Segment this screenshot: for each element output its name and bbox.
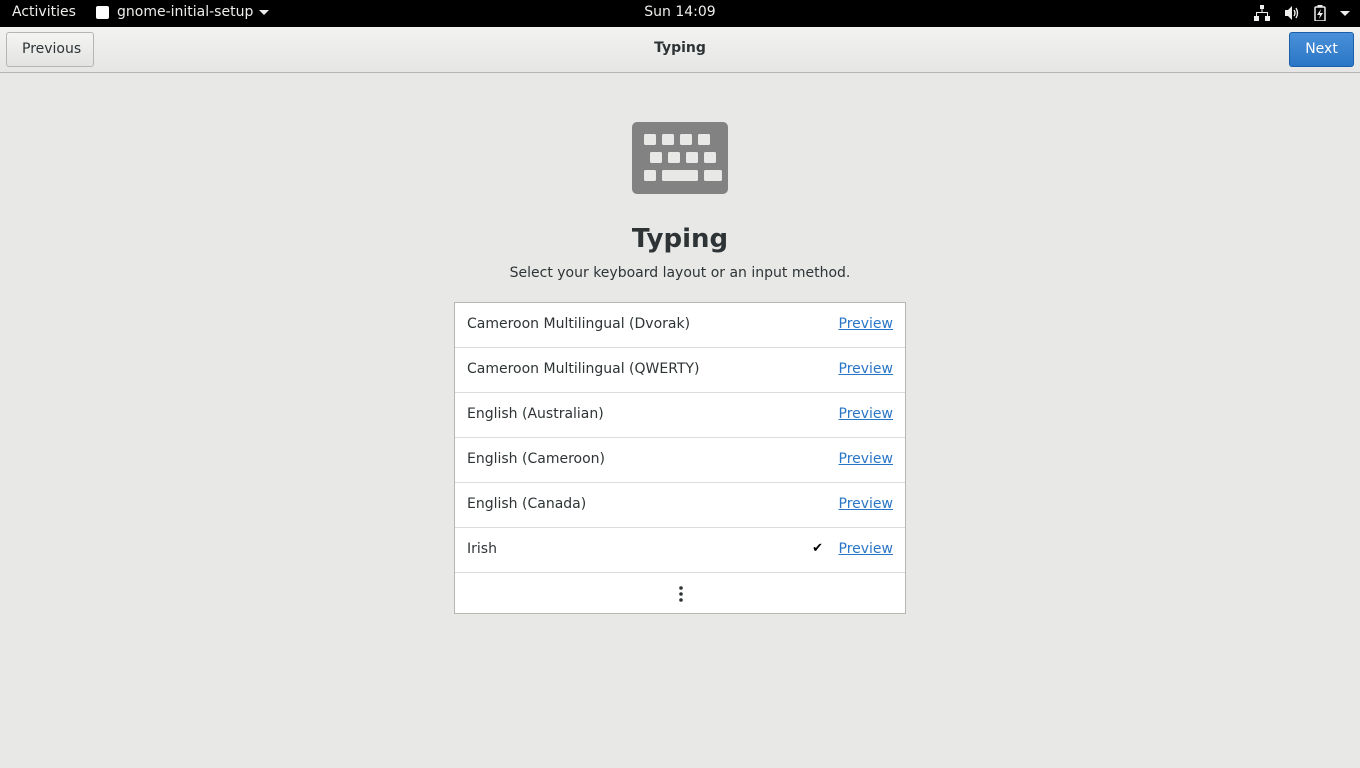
layout-name: Cameroon Multilingual (QWERTY): [467, 361, 700, 377]
layout-name: Irish: [467, 541, 497, 557]
header-title-container: Typing: [0, 40, 1360, 56]
clock[interactable]: Sun 14:09: [644, 4, 715, 20]
more-layouts-row[interactable]: [455, 573, 905, 613]
top-bar: Activities gnome-initial-setup Sun 14:09: [0, 0, 1360, 27]
preview-link[interactable]: Preview: [839, 361, 894, 377]
layout-row-cameroon-qwerty[interactable]: Cameroon Multilingual (QWERTY) Preview: [455, 348, 905, 393]
previous-button[interactable]: Previous: [6, 32, 94, 67]
battery-icon: [1314, 5, 1326, 21]
preview-link[interactable]: Preview: [839, 451, 894, 467]
layout-row-english-cameroon[interactable]: English (Cameroon) Preview: [455, 438, 905, 483]
layout-row-irish[interactable]: Irish ✔ Preview: [455, 528, 905, 573]
layout-name: English (Canada): [467, 496, 587, 512]
app-menu-label: gnome-initial-setup: [117, 4, 254, 20]
layout-row-cameroon-dvorak[interactable]: Cameroon Multilingual (Dvorak) Preview: [455, 303, 905, 348]
network-icon: [1254, 5, 1270, 21]
more-vertical-icon: [679, 586, 683, 602]
layout-name: English (Australian): [467, 406, 604, 422]
checkmark-icon: ✔: [812, 541, 823, 556]
layout-row-english-australian[interactable]: English (Australian) Preview: [455, 393, 905, 438]
keyboard-icon: [632, 122, 728, 194]
header-bar: Previous Typing Next: [0, 27, 1360, 73]
preview-link[interactable]: Preview: [839, 541, 894, 557]
layout-name: English (Cameroon): [467, 451, 605, 467]
page-subtitle: Select your keyboard layout or an input …: [509, 265, 851, 281]
page-title: Typing: [631, 224, 729, 254]
activities-button[interactable]: Activities: [12, 4, 76, 20]
app-icon: [96, 5, 109, 19]
system-status-area[interactable]: [1240, 5, 1350, 21]
volume-icon: [1285, 6, 1299, 20]
system-menu-arrow-icon: [1340, 11, 1350, 16]
layout-name: Cameroon Multilingual (Dvorak): [467, 316, 691, 332]
keyboard-layout-list: Cameroon Multilingual (Dvorak) Preview C…: [454, 302, 906, 614]
preview-link[interactable]: Preview: [839, 406, 894, 422]
next-button[interactable]: Next: [1289, 32, 1354, 67]
layout-row-english-canada[interactable]: English (Canada) Preview: [455, 483, 905, 528]
preview-link[interactable]: Preview: [839, 316, 894, 332]
chevron-down-icon: [259, 9, 270, 15]
preview-link[interactable]: Preview: [839, 496, 894, 512]
header-title: Typing: [654, 40, 706, 56]
app-menu[interactable]: gnome-initial-setup: [96, 4, 270, 20]
